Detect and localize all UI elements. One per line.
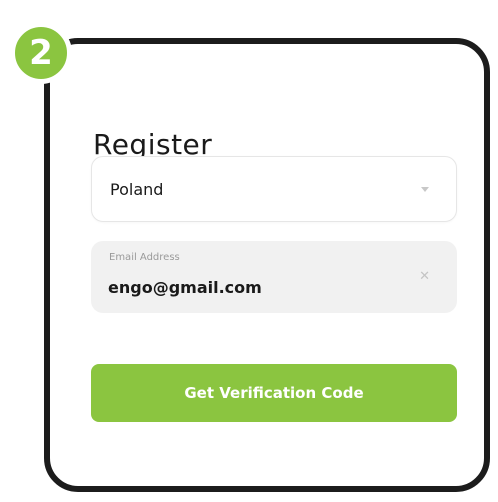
instruction-stage: 2 Register Poland Email Address engo@gma… xyxy=(0,0,498,502)
caret-down-icon xyxy=(421,187,429,192)
step-number-badge: 2 xyxy=(10,22,72,84)
country-value: Poland xyxy=(110,179,164,199)
email-field[interactable]: Email Address engo@gmail.com ✕ xyxy=(91,241,457,313)
get-verification-code-button[interactable]: Get Verification Code xyxy=(91,364,457,422)
email-field-label: Email Address xyxy=(109,252,180,263)
country-select[interactable]: Poland xyxy=(91,156,457,222)
email-field-value[interactable]: engo@gmail.com xyxy=(108,278,262,297)
clear-icon[interactable]: ✕ xyxy=(419,270,430,283)
step-number: 2 xyxy=(29,33,53,73)
